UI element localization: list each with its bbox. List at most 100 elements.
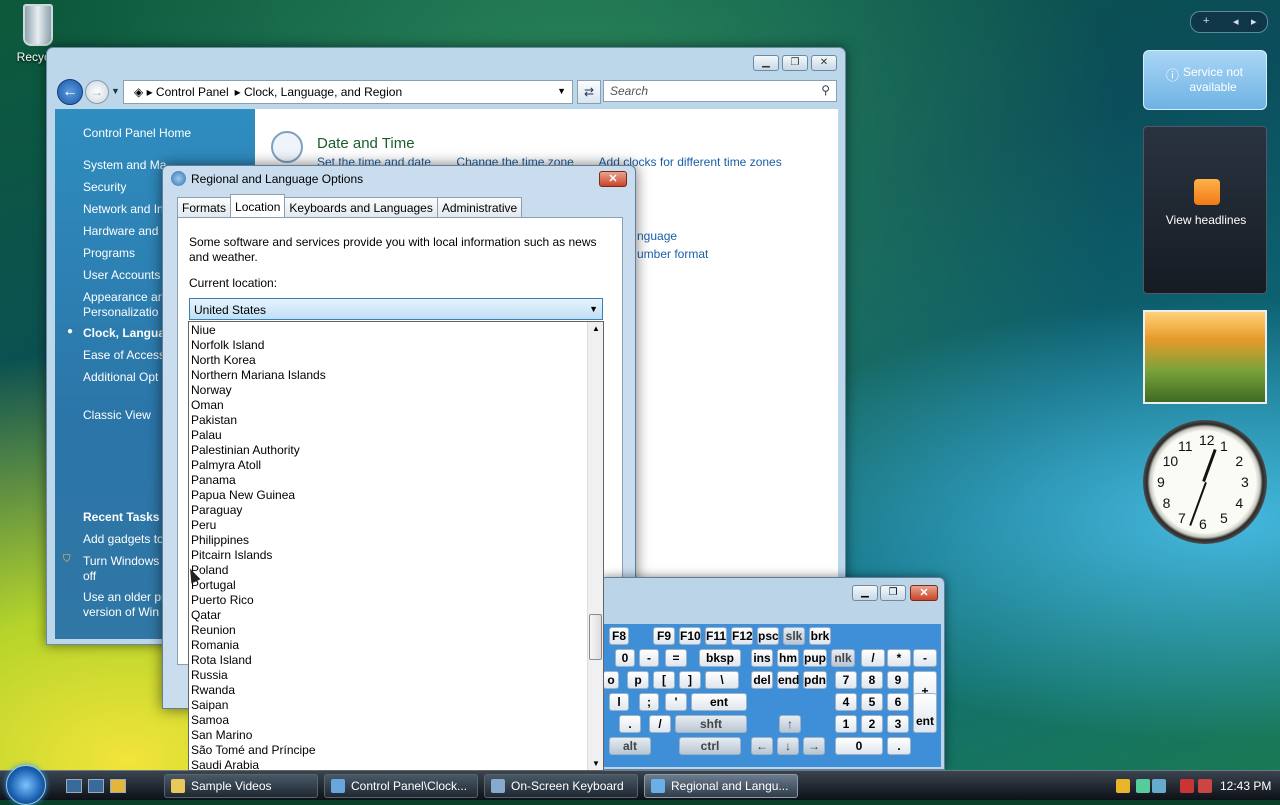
recent-older-program[interactable]: Use an older pr <box>83 590 165 604</box>
close-button[interactable]: ✕ <box>811 55 837 71</box>
update-icon[interactable] <box>1136 779 1150 793</box>
breadcrumb-control-panel[interactable]: Control Panel <box>156 85 229 99</box>
scroll-up-icon[interactable]: ▲ <box>592 324 600 333</box>
key-l[interactable]: l <box>609 693 629 711</box>
list-item[interactable]: Paraguay <box>191 503 242 518</box>
link-number-format[interactable]: umber format <box>637 247 708 261</box>
key-numpad-1[interactable]: 1 <box>835 715 857 733</box>
key-end[interactable]: end <box>777 671 799 689</box>
list-item[interactable]: San Marino <box>191 728 252 743</box>
weather-gadget[interactable]: Service not available ⓘ <box>1143 50 1267 110</box>
previous-icon[interactable]: ◂ <box>1233 15 1239 28</box>
list-item[interactable]: Philippines <box>191 533 249 548</box>
security-shield-icon[interactable] <box>1116 779 1130 793</box>
date-time-title[interactable]: Date and Time <box>317 135 415 152</box>
nav-control-panel-home[interactable]: Control Panel Home <box>83 126 191 140</box>
list-item[interactable]: Rota Island <box>191 653 252 668</box>
taskbar-control-panel[interactable]: Control Panel\Clock... <box>324 774 478 798</box>
list-item[interactable]: Palau <box>191 428 222 443</box>
tab-administrative[interactable]: Administrative <box>436 197 523 217</box>
feed-gadget[interactable]: View headlines <box>1143 126 1267 294</box>
tab-keyboards[interactable]: Keyboards and Languages <box>284 197 438 217</box>
start-button[interactable] <box>6 765 46 805</box>
nav-additional-options[interactable]: Additional Opt <box>83 370 158 384</box>
key-f9[interactable]: F9 <box>653 627 675 645</box>
key-semicolon[interactable]: ; <box>639 693 659 711</box>
key-numpad-4[interactable]: 4 <box>835 693 857 711</box>
key-backslash[interactable]: \ <box>705 671 739 689</box>
taskbar-osk[interactable]: On-Screen Keyboard <box>484 774 638 798</box>
key-page-down[interactable]: pdn <box>803 671 827 689</box>
key-numpad-8[interactable]: 8 <box>861 671 883 689</box>
system-clock[interactable]: 12:43 PM <box>1220 779 1271 793</box>
list-item[interactable]: Pitcairn Islands <box>191 548 272 563</box>
list-item[interactable]: Saudi Arabia <box>191 758 259 773</box>
key-page-up[interactable]: pup <box>803 649 827 667</box>
nav-system[interactable]: System and Ma <box>83 158 166 172</box>
scroll-thumb[interactable] <box>589 614 602 660</box>
dialog-close-button[interactable]: ✕ <box>599 171 627 187</box>
list-item[interactable]: Samoa <box>191 713 229 728</box>
key-numpad-enter[interactable]: ent <box>913 693 937 733</box>
nav-ease-of-access[interactable]: Ease of Access <box>83 348 165 362</box>
address-bar[interactable]: ◈ ▸ Control Panel ▸ Clock, Language, and … <box>123 80 573 104</box>
key-numpad-7[interactable]: 7 <box>835 671 857 689</box>
breadcrumb-clock-language[interactable]: Clock, Language, and Region <box>244 85 402 99</box>
maximize-button[interactable]: ❐ <box>782 55 808 71</box>
key-enter[interactable]: ent <box>691 693 747 711</box>
refresh-icon[interactable]: ⇄ <box>577 80 601 104</box>
list-item[interactable]: Norway <box>191 383 232 398</box>
key-multiply[interactable]: * <box>887 649 911 667</box>
nav-clock-language[interactable]: Clock, Languag <box>83 326 172 340</box>
osk-maximize-button[interactable]: ❐ <box>880 585 906 601</box>
key-ctrl[interactable]: ctrl <box>679 737 741 755</box>
key-numpad-6[interactable]: 6 <box>887 693 909 711</box>
search-input[interactable]: Search ⚲ <box>603 80 837 102</box>
osk-close-button[interactable]: ✕ <box>910 585 938 601</box>
key-numpad-9[interactable]: 9 <box>887 671 909 689</box>
list-item[interactable]: Papua New Guinea <box>191 488 295 503</box>
media-player-icon[interactable] <box>110 779 126 793</box>
list-item[interactable]: Rwanda <box>191 683 235 698</box>
network-error-icon[interactable] <box>1180 779 1194 793</box>
key-minus[interactable]: - <box>639 649 659 667</box>
key-down-arrow[interactable]: ↓ <box>777 737 799 755</box>
key-left-arrow[interactable]: ← <box>751 737 773 755</box>
list-item[interactable]: Reunion <box>191 623 236 638</box>
key-quote[interactable]: ' <box>665 693 687 711</box>
scroll-down-icon[interactable]: ▼ <box>592 759 600 768</box>
next-icon[interactable]: ▸ <box>1251 15 1257 28</box>
switch-windows-icon[interactable] <box>88 779 104 793</box>
key-num-lock[interactable]: nlk <box>831 649 855 667</box>
volume-muted-icon[interactable] <box>1198 779 1212 793</box>
list-item[interactable]: Norfolk Island <box>191 338 264 353</box>
nav-classic-view[interactable]: Classic View <box>83 408 151 422</box>
recent-older-version[interactable]: version of Win <box>83 605 159 619</box>
recent-add-gadgets[interactable]: Add gadgets to <box>83 532 164 546</box>
key-slash[interactable]: / <box>649 715 671 733</box>
chevron-down-icon[interactable]: ▼ <box>589 304 598 314</box>
nav-network[interactable]: Network and In <box>83 202 164 216</box>
view-headlines[interactable]: View headlines <box>1144 213 1268 227</box>
key-delete[interactable]: del <box>751 671 773 689</box>
tab-location[interactable]: Location <box>230 194 286 217</box>
nav-hardware[interactable]: Hardware and <box>83 224 158 238</box>
list-item[interactable]: Palestinian Authority <box>191 443 300 458</box>
key-backspace[interactable]: bksp <box>699 649 741 667</box>
key-divide[interactable]: / <box>861 649 885 667</box>
list-item[interactable]: Saipan <box>191 698 228 713</box>
list-item[interactable]: Pakistan <box>191 413 237 428</box>
network-status-icon[interactable] <box>1152 779 1166 793</box>
key-scroll-lock[interactable]: slk <box>783 627 805 645</box>
key-numpad-period[interactable]: . <box>887 737 911 755</box>
key-numpad-0[interactable]: 0 <box>835 737 883 755</box>
nav-personalization[interactable]: Personalizatio <box>83 305 158 319</box>
key-f8[interactable]: F8 <box>609 627 629 645</box>
address-dropdown-icon[interactable]: ▼ <box>557 86 566 96</box>
key-up-arrow[interactable]: ↑ <box>779 715 801 733</box>
nav-user-accounts[interactable]: User Accounts <box>83 268 160 282</box>
nav-security[interactable]: Security <box>83 180 126 194</box>
osk-minimize-button[interactable]: ▁ <box>852 585 878 601</box>
key-break[interactable]: brk <box>809 627 831 645</box>
key-print-screen[interactable]: psc <box>757 627 779 645</box>
